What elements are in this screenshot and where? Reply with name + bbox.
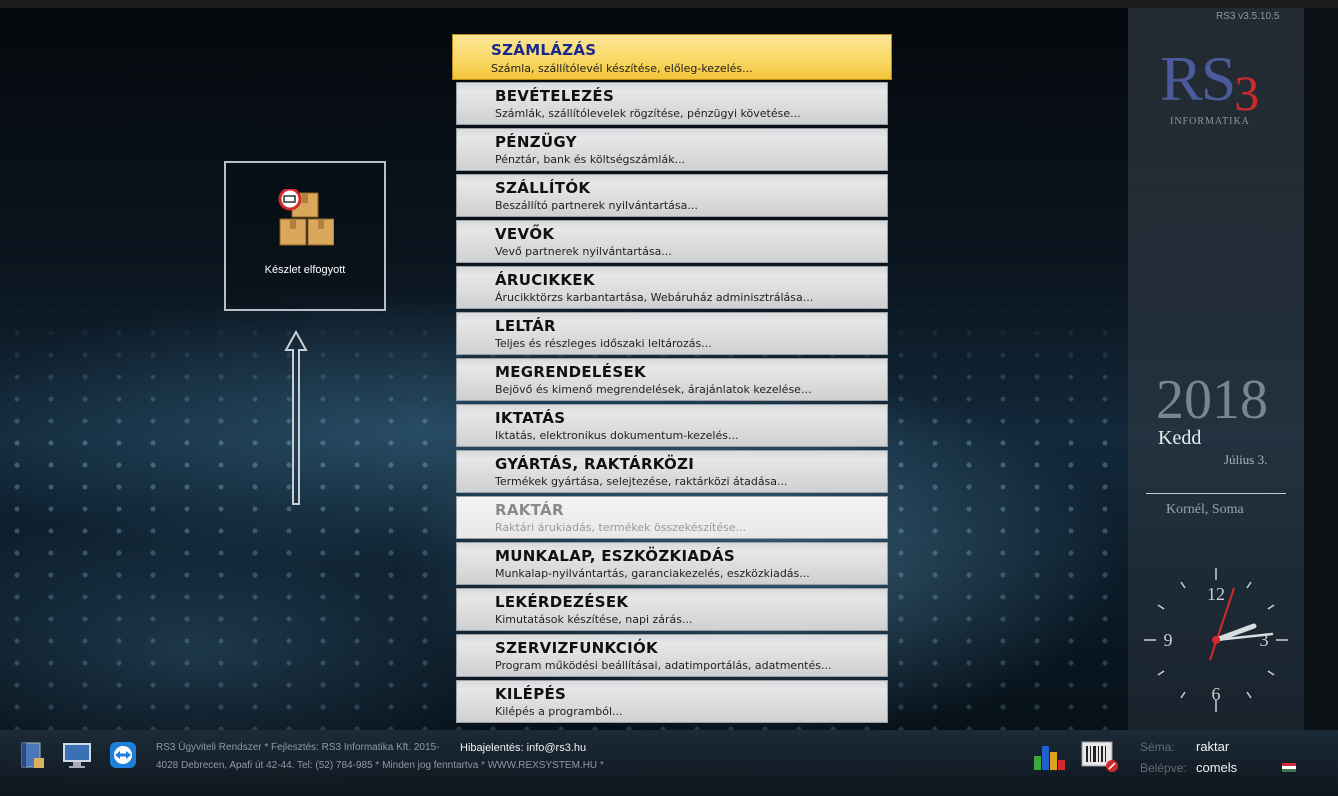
calendar-year: 2018 <box>1156 369 1268 431</box>
analog-clock: 12 3 6 9 <box>1144 568 1288 712</box>
menu-item-10[interactable]: GYÁRTÁS, RAKTÁRKÖZI Termékek gyártása, se… <box>456 450 888 493</box>
boxes-empty-icon <box>278 189 334 246</box>
menu-item-2[interactable]: BEVÉTELEZÉS Számlák, szállítólevelek rögz… <box>456 82 888 125</box>
menu-item-title: LELTÁR <box>495 317 556 335</box>
login-label: Belépve: <box>1140 761 1187 775</box>
menu-item-8[interactable]: MEGRENDELÉSEK Bejövő és kimenő megrendelé… <box>456 358 888 401</box>
menu-item-12[interactable]: MUNKALAP, ESZKÖZKIADÁS Munkalap-nyilvánta… <box>456 542 888 585</box>
menu-item-title: MUNKALAP, ESZKÖZKIADÁS <box>495 547 736 565</box>
menu-item-description: Számlák, szállítólevelek rögzítése, pénz… <box>495 107 801 120</box>
menu-item-description: Iktatás, elektronikus dokumentum-kezelés… <box>495 429 739 442</box>
menu-item-description: Raktári árukiadás, termékek összekészíté… <box>495 521 747 534</box>
menu-item-description: Pénztár, bank és költségszámlák... <box>495 153 686 166</box>
menu-item-6[interactable]: ÁRUCIKKEK Árucikktörzs karbantartása, Web… <box>456 266 888 309</box>
menu-item-description: Termékek gyártása, selejtezése, raktárkö… <box>495 475 788 488</box>
menu-item-description: Kimutatások készítése, napi zárás... <box>495 613 693 626</box>
version-label: RS3 v3.5.10.5 <box>1216 11 1280 22</box>
footer-line-2: 4028 Debrecen, Apafi út 42-44. Tel: (52)… <box>156 760 604 771</box>
monitor-icon[interactable] <box>62 740 92 770</box>
menu-item-11: RAKTÁR Raktári árukiadás, termékek összek… <box>456 496 888 539</box>
menu-item-title: SZERVIZFUNKCIÓK <box>495 639 658 657</box>
menu-item-9[interactable]: IKTATÁS Iktatás, elektronikus dokumentum-… <box>456 404 888 447</box>
barcode-icon[interactable] <box>1080 740 1120 774</box>
schema-value: raktar <box>1196 739 1230 754</box>
menu-item-description: Számla, szállítólevél készítése, előleg-… <box>491 62 753 75</box>
menu-item-title: SZÁLLÍTÓK <box>495 179 591 197</box>
menu-item-description: Beszállító partnerek nyilvántartása... <box>495 199 698 212</box>
menu-item-description: Munkalap-nyilvántartás, garanciakezelés,… <box>495 567 810 580</box>
bar-chart-icon[interactable] <box>1032 742 1068 772</box>
login-value: comels <box>1196 760 1238 775</box>
menu-item-title: SZÁMLÁZÁS <box>491 41 597 59</box>
menu-item-description: Vevő partnerek nyilvántartása... <box>495 245 672 258</box>
menu-item-15[interactable]: KILÉPÉS Kilépés a programból... <box>456 680 888 723</box>
logo-subtitle: INFORMATIKA <box>1170 116 1250 127</box>
clock-3: 3 <box>1260 630 1269 650</box>
info-panel-edge <box>1304 8 1338 730</box>
calendar-day: Kedd <box>1158 427 1202 449</box>
menu-item-title: KILÉPÉS <box>495 685 567 703</box>
clock-9: 9 <box>1164 630 1173 650</box>
schema-label: Séma: <box>1140 740 1175 754</box>
menu-item-title: RAKTÁR <box>495 501 564 519</box>
menu-item-title: VEVŐK <box>495 225 555 243</box>
name-days: Kornél, Soma <box>1166 502 1244 517</box>
hungarian-flag-icon[interactable] <box>1282 763 1296 772</box>
menu-item-7[interactable]: LELTÁR Teljes és részleges időszaki leltá… <box>456 312 888 355</box>
menu-item-title: LEKÉRDEZÉSEK <box>495 593 629 611</box>
menu-item-description: Teljes és részleges időszaki leltározás.… <box>495 337 712 350</box>
notebook-icon[interactable] <box>18 740 48 770</box>
widget-label: Készlet elfogyott <box>264 264 346 276</box>
menu-item-title: BEVÉTELEZÉS <box>495 87 615 105</box>
calendar-date: Július 3. <box>1224 452 1268 467</box>
menu-item-title: GYÁRTÁS, RAKTÁRKÖZI <box>495 455 695 473</box>
footer-line-1: RS3 Ügyviteli Rendszer * Fejlesztés: RS3… <box>156 742 440 753</box>
menu-item-title: MEGRENDELÉSEK <box>495 363 646 381</box>
bug-report-link[interactable]: Hibajelentés: info@rs3.hu <box>460 742 586 754</box>
menu-item-13[interactable]: LEKÉRDEZÉSEK Kimutatások készítése, napi … <box>456 588 888 631</box>
menu-item-1[interactable]: SZÁMLÁZÁS Számla, szállítólevél készítése… <box>452 34 892 80</box>
menu-item-title: ÁRUCIKKEK <box>495 271 595 289</box>
menu-item-description: Árucikktörzs karbantartása, Webáruház ad… <box>495 291 814 304</box>
up-arrow-icon <box>284 330 308 505</box>
menu-item-title: IKTATÁS <box>495 409 566 427</box>
menu-item-3[interactable]: PÉNZÜGY Pénztár, bank és költségszámlák..… <box>456 128 888 171</box>
menu-item-description: Kilépés a programból... <box>495 705 623 718</box>
names-divider <box>1146 493 1286 494</box>
menu-item-4[interactable]: SZÁLLÍTÓK Beszállító partnerek nyilvántar… <box>456 174 888 217</box>
menu-item-description: Program működési beállításai, adatimport… <box>495 659 832 672</box>
menu-item-14[interactable]: SZERVIZFUNKCIÓK Program működési beállítá… <box>456 634 888 677</box>
clock-6: 6 <box>1212 684 1221 704</box>
menu-item-title: PÉNZÜGY <box>495 133 577 151</box>
top-bar <box>0 0 1338 8</box>
logo-digit: 3 <box>1234 65 1259 121</box>
teamviewer-icon[interactable] <box>108 740 138 770</box>
stock-empty-widget[interactable]: Készlet elfogyott <box>224 161 386 311</box>
menu-item-5[interactable]: VEVŐK Vevő partnerek nyilvántartása... <box>456 220 888 263</box>
menu-item-description: Bejövő és kimenő megrendelések, árajánla… <box>495 383 812 396</box>
rs3-logo: RS3 <box>1160 43 1259 121</box>
clock-12: 12 <box>1207 584 1225 604</box>
